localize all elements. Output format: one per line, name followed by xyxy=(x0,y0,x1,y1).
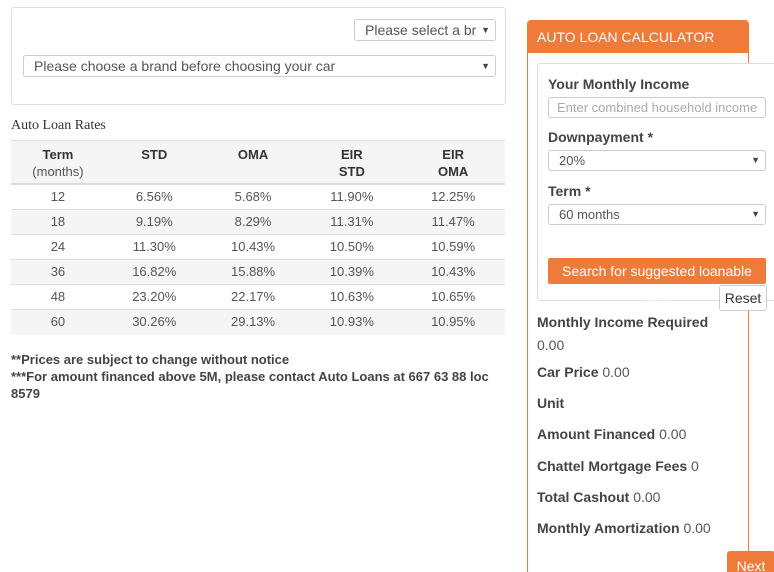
downpayment-value: 20% xyxy=(559,153,586,168)
chattel-value: 0 xyxy=(691,458,699,474)
rate-cell-eir-std: 10.93% xyxy=(302,309,402,335)
rate-cell-oma: 8.29% xyxy=(203,209,303,235)
rate-cell-std: 6.56% xyxy=(104,183,204,210)
rate-cell-term: 36 xyxy=(11,259,105,285)
header-eir-oma-main: EIR xyxy=(442,147,464,162)
car-selection-panel: Please select a bra ▼ Please choose a br… xyxy=(11,7,506,105)
chevron-down-icon: ▼ xyxy=(751,155,760,165)
header-term-sub: (months) xyxy=(32,164,84,179)
rate-cell-eir-oma: 12.25% xyxy=(401,183,505,210)
header-std-main: STD xyxy=(141,147,168,162)
rates-row: 60 30.26% 29.13% 10.93% 10.95% xyxy=(11,309,505,335)
monthly-income-required-label: Monthly Income Required xyxy=(537,314,709,330)
chevron-down-icon: ▼ xyxy=(481,25,490,35)
rates-row: 18 9.19% 8.29% 11.31% 11.47% xyxy=(11,209,505,235)
term-select[interactable]: 60 months ▼ xyxy=(548,204,766,225)
rate-cell-std: 16.82% xyxy=(104,259,204,285)
car-price-value: 0.00 xyxy=(602,364,630,380)
unit: Unit xyxy=(537,395,564,411)
car-select-value: Please choose a brand before choosing yo… xyxy=(34,58,336,74)
header-eir-std: EIR STD xyxy=(302,140,402,185)
rate-cell-eir-oma: 11.47% xyxy=(401,209,505,235)
rate-cell-term: 12 xyxy=(11,183,105,210)
notes: **Prices are subject to change without n… xyxy=(11,351,501,402)
rate-cell-term: 24 xyxy=(11,234,105,260)
header-eir-oma: EIR OMA xyxy=(401,140,505,185)
rates-row: 36 16.82% 15.88% 10.39% 10.43% xyxy=(11,259,505,285)
rate-cell-eir-oma: 10.65% xyxy=(401,284,505,310)
monthly-amortization-label: Monthly Amortization xyxy=(537,520,680,536)
chevron-down-icon: ▼ xyxy=(751,209,760,219)
total-cashout: Total Cashout 0.00 xyxy=(537,489,660,505)
rate-cell-oma: 22.17% xyxy=(203,284,303,310)
unit-label: Unit xyxy=(537,395,565,411)
chattel-mortgage-fees: Chattel Mortgage Fees 0 xyxy=(537,458,699,474)
rate-cell-oma: 29.13% xyxy=(203,309,303,335)
income-input[interactable] xyxy=(548,97,766,118)
rate-cell-eir-std: 10.39% xyxy=(302,259,402,285)
rate-cell-oma: 10.43% xyxy=(203,234,303,260)
rates-row: 48 23.20% 22.17% 10.63% 10.65% xyxy=(11,284,505,310)
calculator-title: AUTO LOAN CALCULATOR xyxy=(528,21,748,53)
header-oma-main: OMA xyxy=(237,147,269,162)
rate-cell-term: 18 xyxy=(11,209,105,235)
car-price: Car Price 0.00 xyxy=(537,364,630,380)
total-cashout-value: 0.00 xyxy=(633,489,661,505)
amount-financed: Amount Financed 0.00 xyxy=(537,426,686,442)
rate-cell-std: 23.20% xyxy=(104,284,204,310)
calculator-form: Your Monthly Income Downpayment * 20% ▼ … xyxy=(537,63,774,311)
rate-cell-term: 60 xyxy=(11,309,105,335)
rate-cell-eir-std: 11.90% xyxy=(302,183,402,210)
monthly-income-required-value: 0.00 xyxy=(537,337,565,353)
rate-cell-std: 9.19% xyxy=(104,209,204,235)
rate-cell-eir-std: 10.63% xyxy=(302,284,402,310)
downpayment-select[interactable]: 20% ▼ xyxy=(548,150,766,171)
rate-cell-oma: 15.88% xyxy=(203,259,303,285)
auto-loan-calculator: AUTO LOAN CALCULATOR Your Monthly Income… xyxy=(527,20,774,572)
header-term: Term (months) xyxy=(11,140,105,185)
rates-title: Auto Loan Rates xyxy=(11,118,106,133)
header-eir-std-sub: STD xyxy=(338,164,365,179)
header-eir-oma-sub: OMA xyxy=(437,164,469,179)
brand-select-value: Please select a bra xyxy=(365,22,477,38)
amount-financed-value: 0.00 xyxy=(659,426,687,442)
search-loanable-cars-button[interactable]: Search for suggested loanable cars xyxy=(548,258,766,305)
rate-cell-eir-oma: 10.59% xyxy=(401,234,505,260)
rates-row: 12 6.56% 5.68% 11.90% 12.25% xyxy=(11,183,505,210)
monthly-amortization-value: 0.00 xyxy=(683,520,711,536)
rate-cell-std: 30.26% xyxy=(104,309,204,335)
rates-row: 24 11.30% 10.43% 10.50% 10.59% xyxy=(11,234,505,260)
amount-financed-label: Amount Financed xyxy=(537,426,656,442)
rate-cell-eir-oma: 10.95% xyxy=(401,309,505,335)
term-value: 60 months xyxy=(559,207,620,222)
rates-header-row: Term (months) STD OMA EIR STD EIR OMA xyxy=(11,140,505,185)
rate-cell-std: 11.30% xyxy=(104,234,204,260)
downpayment-label: Downpayment * xyxy=(548,129,654,145)
reset-button[interactable]: Reset xyxy=(719,285,767,311)
rates-table: Term (months) STD OMA EIR STD EIR OMA 12 6.5… xyxy=(11,140,505,335)
rate-cell-eir-std: 10.50% xyxy=(302,234,402,260)
brand-select[interactable]: Please select a bra ▼ xyxy=(354,19,496,41)
next-button[interactable]: Next xyxy=(727,551,774,572)
monthly-amortization: Monthly Amortization 0.00 xyxy=(537,520,711,536)
rate-cell-eir-std: 11.31% xyxy=(302,209,402,235)
monthly-income-required: Monthly Income Required xyxy=(537,314,708,330)
header-std: STD xyxy=(104,140,204,185)
rate-cell-oma: 5.68% xyxy=(203,183,303,210)
note-contact: ***For amount financed above 5M, please … xyxy=(11,369,489,401)
rate-cell-eir-oma: 10.43% xyxy=(401,259,505,285)
note-price-change: **Prices are subject to change without n… xyxy=(11,352,290,367)
header-term-main: Term xyxy=(42,147,74,162)
income-label: Your Monthly Income xyxy=(548,76,690,92)
car-price-label: Car Price xyxy=(537,364,599,380)
header-oma: OMA xyxy=(203,140,303,185)
header-eir-std-main: EIR xyxy=(341,147,363,162)
chevron-down-icon: ▼ xyxy=(481,61,490,71)
total-cashout-label: Total Cashout xyxy=(537,489,630,505)
rate-cell-term: 48 xyxy=(11,284,105,310)
car-select[interactable]: Please choose a brand before choosing yo… xyxy=(23,55,496,77)
chattel-label: Chattel Mortgage Fees xyxy=(537,458,688,474)
term-label: Term * xyxy=(548,183,591,199)
